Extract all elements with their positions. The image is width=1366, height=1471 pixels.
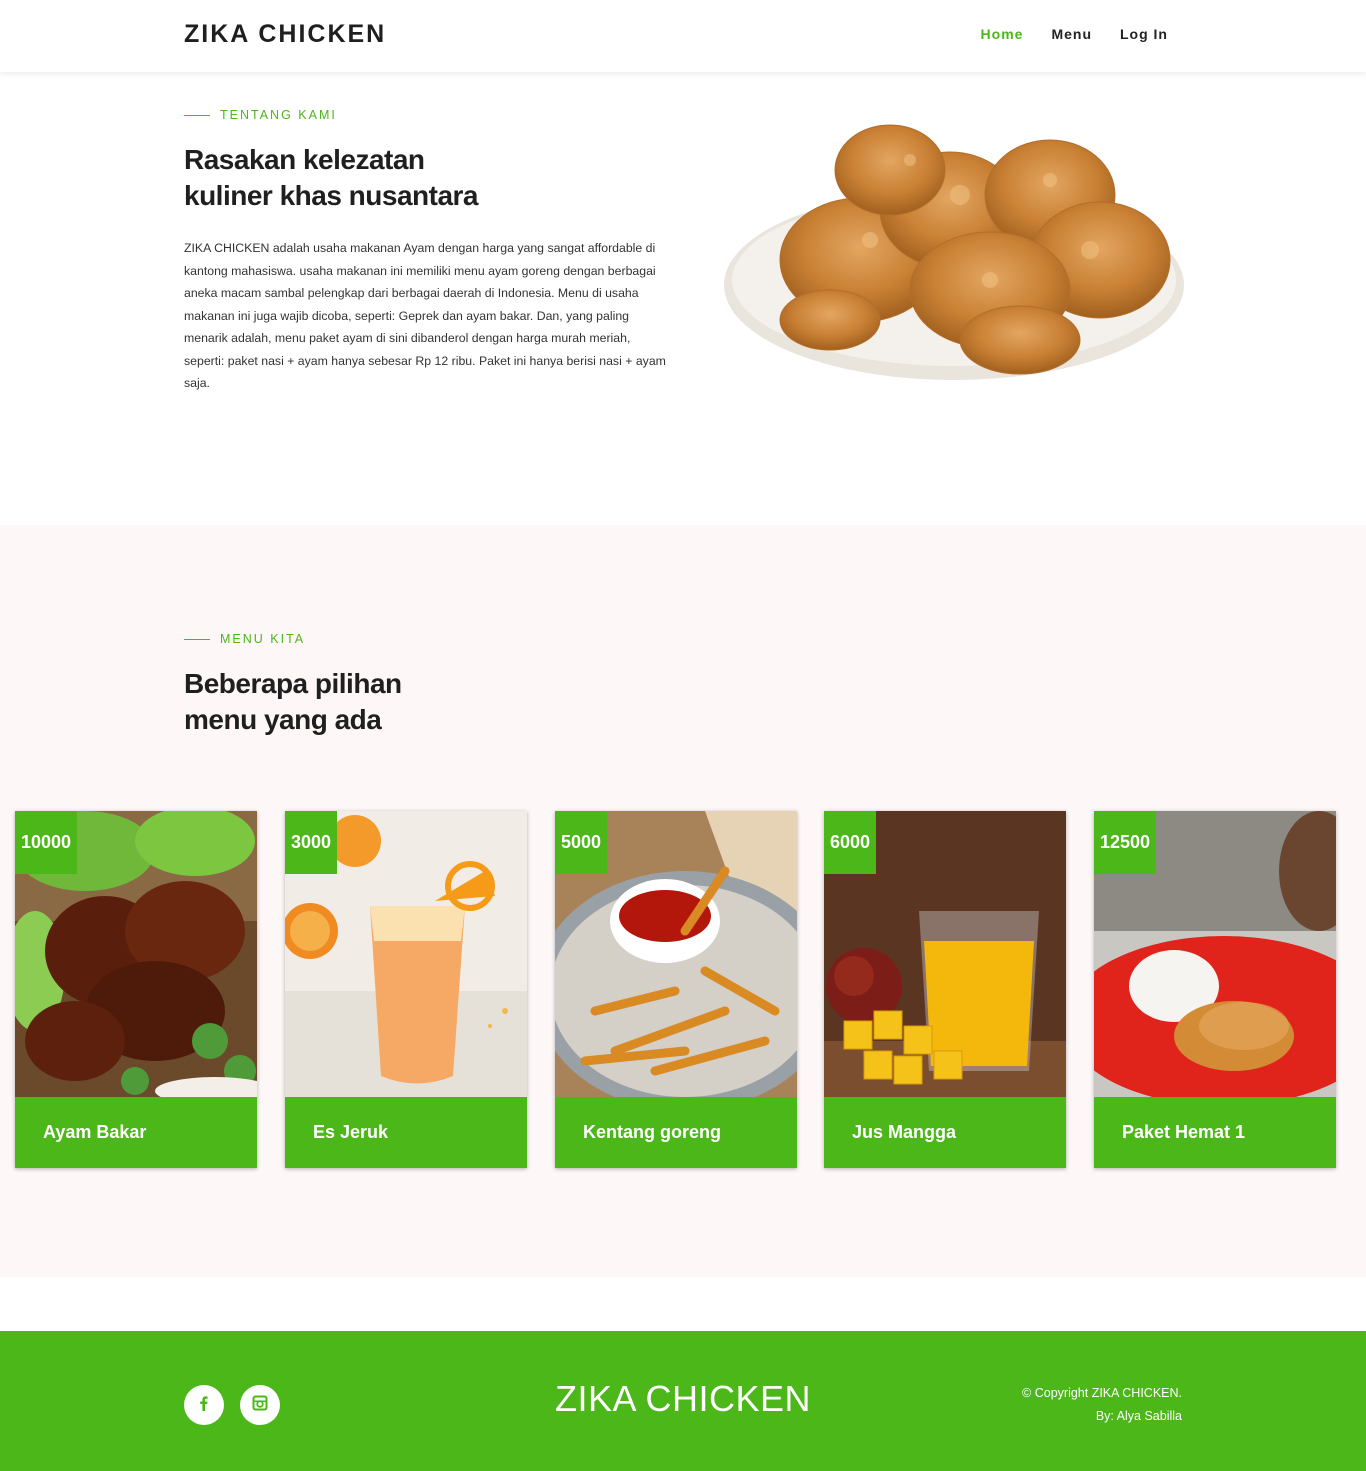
price-badge: 12500 [1094, 811, 1157, 874]
about-title-line2: kuliner khas nusantara [184, 180, 479, 211]
site-footer: ZIKA CHICKEN © Copyright ZIKA CHICKEN. B… [0, 1331, 1366, 1471]
about-eyebrow: TENTANG KAMI [184, 108, 337, 122]
nav-menu[interactable]: Menu [1051, 26, 1092, 42]
about-text: ZIKA CHICKEN adalah usaha makanan Ayam d… [184, 241, 666, 390]
copyright-text: © Copyright ZIKA CHICKEN. [1022, 1386, 1182, 1400]
price-badge: 3000 [285, 811, 338, 874]
menu-item-name: Ayam Bakar [43, 1122, 147, 1142]
about-title-line1: Rasakan kelezatan [184, 144, 425, 175]
price-badge: 10000 [15, 811, 78, 874]
about-eyebrow-label: TENTANG KAMI [220, 108, 337, 122]
menu-item-name: Paket Hemat 1 [1122, 1122, 1246, 1142]
menu-eyebrow: MENU KITA [184, 632, 305, 646]
menu-title-line1: Beberapa pilihan [184, 668, 402, 699]
eyebrow-line [184, 114, 210, 116]
menu-item-name: Kentang goreng [583, 1122, 721, 1142]
menu-card-es-jeruk[interactable]: 3000 Es Jeruk [285, 811, 527, 1168]
menu-item-name: Es Jeruk [313, 1122, 389, 1142]
menu-item-name: Jus Mangga [852, 1122, 957, 1142]
main-nav: Home Menu Log In [981, 26, 1168, 42]
menu-eyebrow-label: MENU KITA [220, 632, 306, 646]
eyebrow-line [184, 638, 210, 640]
about-title: Rasakan kelezatan kuliner khas nusantara [184, 142, 654, 214]
menu-card-ayam-bakar[interactable]: 10000 Ayam Bakar [15, 811, 257, 1168]
menu-title-line2: menu yang ada [184, 704, 382, 735]
nav-home[interactable]: Home [981, 26, 1024, 42]
price-badge: 5000 [555, 811, 608, 874]
menu-card-paket-hemat-1[interactable]: 12500 Paket Hemat 1 [1094, 811, 1336, 1168]
brand-logo[interactable]: ZIKA CHICKEN [184, 20, 386, 49]
menu-card-kentang-goreng[interactable]: 5000 Kentang goreng [555, 811, 797, 1168]
menu-title: Beberapa pilihan menu yang ada [184, 666, 484, 738]
nav-login[interactable]: Log In [1120, 26, 1168, 42]
site-header: ZIKA CHICKEN Home Menu Log In [0, 0, 1366, 72]
price-badge: 6000 [824, 811, 877, 874]
copyright: © Copyright ZIKA CHICKEN. By: Alya Sabil… [1022, 1382, 1182, 1428]
author-text: By: Alya Sabilla [1095, 1409, 1182, 1423]
fried-chicken-image [720, 100, 1190, 390]
menu-card-jus-mangga[interactable]: 6000 Jus Mangga [824, 811, 1066, 1168]
menu-section: MENU KITA Beberapa pilihan menu yang ada [0, 525, 1366, 1277]
